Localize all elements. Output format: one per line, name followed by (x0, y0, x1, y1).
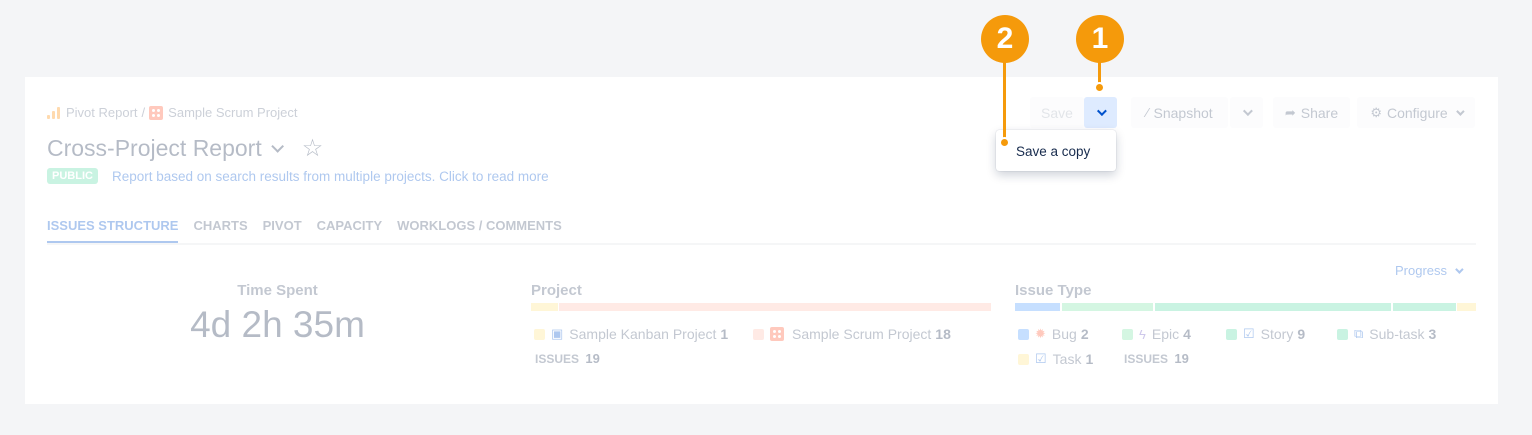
legend-swatch (1337, 328, 1348, 340)
legend-count: 3 (1428, 326, 1437, 342)
check-icon: ☑ (1243, 326, 1255, 341)
title-row: Cross-Project Report ☆ (47, 135, 323, 162)
legend-scrum-project[interactable]: Sample Scrum Project 18 (753, 326, 951, 342)
legend-bug[interactable]: ✹ Bug 2 (1018, 326, 1089, 342)
legend-swatch (1226, 328, 1237, 340)
legend-count: 1 (1085, 351, 1094, 367)
chevron-down-icon (1096, 106, 1107, 117)
legend-count: 18 (935, 326, 951, 342)
callout-marker-2: 2 (981, 15, 1029, 63)
legend-count: 4 (1183, 326, 1191, 342)
bug-icon: ✹ (1035, 326, 1046, 341)
legend-count: 9 (1297, 326, 1306, 342)
tab-pivot[interactable]: PIVOT (263, 218, 302, 244)
issues-count: 19 (585, 351, 600, 366)
issue-type-bar-subtask[interactable] (1393, 303, 1456, 311)
star-icon[interactable]: ☆ (302, 136, 324, 161)
breadcrumb-pivot-link[interactable]: Pivot Report (66, 105, 138, 120)
legend-count: 2 (1080, 326, 1089, 342)
breadcrumb-project-link[interactable]: Sample Scrum Project (168, 105, 297, 120)
legend-label: Sample Scrum Project (792, 326, 932, 342)
lightning-icon: ϟ (1139, 326, 1146, 342)
subtask-icon: ⧉ (1354, 326, 1364, 341)
tab-capacity[interactable]: CAPACITY (317, 218, 382, 244)
report-card: Pivot Report / Sample Scrum Project Cros… (25, 77, 1498, 404)
time-spent-label: Time Spent (237, 282, 318, 299)
share-label: Share (1300, 104, 1339, 121)
tab-charts[interactable]: CHARTS (193, 218, 247, 244)
callout-marker-1: 1 (1076, 15, 1124, 63)
legend-label: Story (1260, 326, 1294, 342)
legend-swatch (753, 328, 764, 340)
report-description-link[interactable]: Report based on search results from mult… (112, 169, 549, 184)
issues-count: 19 (1174, 351, 1189, 366)
legend-story[interactable]: ☑ Story 9 (1226, 326, 1305, 342)
share-icon: ➦ (1284, 104, 1296, 120)
time-spent-value: 4d 2h 35m (190, 304, 365, 345)
project-bar-scrum[interactable] (559, 303, 991, 311)
snapshot-icon: ⁄ (1146, 105, 1149, 120)
configure-button[interactable]: ⚙ Configure (1357, 97, 1475, 128)
callout-dot-2 (999, 137, 1010, 148)
legend-swatch (1122, 328, 1133, 340)
legend-swatch (534, 328, 545, 340)
legend-task[interactable]: ☑ Task 1 (1018, 351, 1093, 367)
callout-dot-1 (1094, 82, 1105, 93)
save-options-menu: Save a copy (996, 130, 1116, 171)
configure-label: Configure (1386, 104, 1448, 121)
issue-type-bar-task[interactable] (1457, 303, 1476, 311)
chevron-down-icon (1455, 106, 1465, 116)
scrum-project-icon (770, 327, 784, 341)
pivot-report-icon (47, 106, 61, 120)
gear-icon: ⚙ (1370, 104, 1382, 120)
public-badge: PUBLIC (47, 168, 98, 184)
check-icon: ☑ (1035, 351, 1047, 366)
breadcrumb: Pivot Report / Sample Scrum Project (47, 105, 298, 120)
progress-dropdown[interactable]: Progress (1395, 263, 1464, 278)
legend-label: Bug (1051, 326, 1077, 342)
legend-epic[interactable]: ϟ Epic 4 (1122, 326, 1191, 342)
legend-label: Epic (1151, 326, 1180, 342)
save-button[interactable]: Save (1030, 97, 1084, 128)
save-a-copy-menu-item[interactable]: Save a copy (1016, 144, 1090, 159)
tab-worklogs-comments[interactable]: WORKLOGS / COMMENTS (397, 218, 562, 244)
issues-label: ISSUES (1124, 352, 1169, 366)
legend-count: 1 (720, 326, 729, 342)
chevron-down-icon[interactable] (270, 140, 284, 153)
issue-type-section-label: Issue Type (1015, 282, 1092, 299)
legend-label: Task (1052, 351, 1082, 367)
legend-kanban-project[interactable]: ▣ Sample Kanban Project 1 (534, 326, 728, 342)
issue-type-bar-story[interactable] (1155, 303, 1391, 311)
issue-type-issues-total: ISSUES 19 (1124, 351, 1189, 366)
meta-row: PUBLIC Report based on search results fr… (47, 168, 549, 184)
project-section-label: Project (531, 282, 582, 299)
legend-swatch (1018, 328, 1029, 340)
share-button[interactable]: ➦ Share (1273, 97, 1350, 128)
save-options-dropdown-button[interactable] (1084, 97, 1117, 128)
issue-type-bar-bug[interactable] (1015, 303, 1060, 311)
project-issues-total: ISSUES 19 (535, 351, 600, 366)
snapshot-dropdown-button[interactable] (1230, 97, 1263, 128)
breadcrumb-separator: / (141, 105, 146, 120)
tabs-divider (47, 243, 1476, 245)
report-tabs: ISSUES STRUCTURE CHARTS PIVOT CAPACITY W… (47, 218, 577, 244)
issue-type-bar-epic[interactable] (1062, 303, 1153, 311)
progress-label: Progress (1395, 263, 1448, 278)
chevron-down-icon (1455, 264, 1464, 274)
chevron-down-icon (1242, 106, 1253, 117)
callout-line-2 (1003, 62, 1006, 142)
legend-label: Sub-task (1369, 326, 1425, 342)
legend-subtask[interactable]: ⧉ Sub-task 3 (1337, 326, 1436, 342)
project-bar-kanban[interactable] (531, 303, 558, 311)
legend-swatch (1018, 353, 1029, 365)
snapshot-button[interactable]: ⁄ Snapshot (1131, 97, 1228, 128)
issues-label: ISSUES (535, 352, 580, 366)
tab-issues-structure[interactable]: ISSUES STRUCTURE (47, 218, 179, 244)
kanban-project-icon: ▣ (551, 326, 564, 341)
legend-label: Sample Kanban Project (569, 326, 717, 342)
snapshot-label: Snapshot (1153, 104, 1213, 121)
page-title[interactable]: Cross-Project Report (47, 135, 262, 162)
scrum-project-icon (149, 105, 164, 120)
